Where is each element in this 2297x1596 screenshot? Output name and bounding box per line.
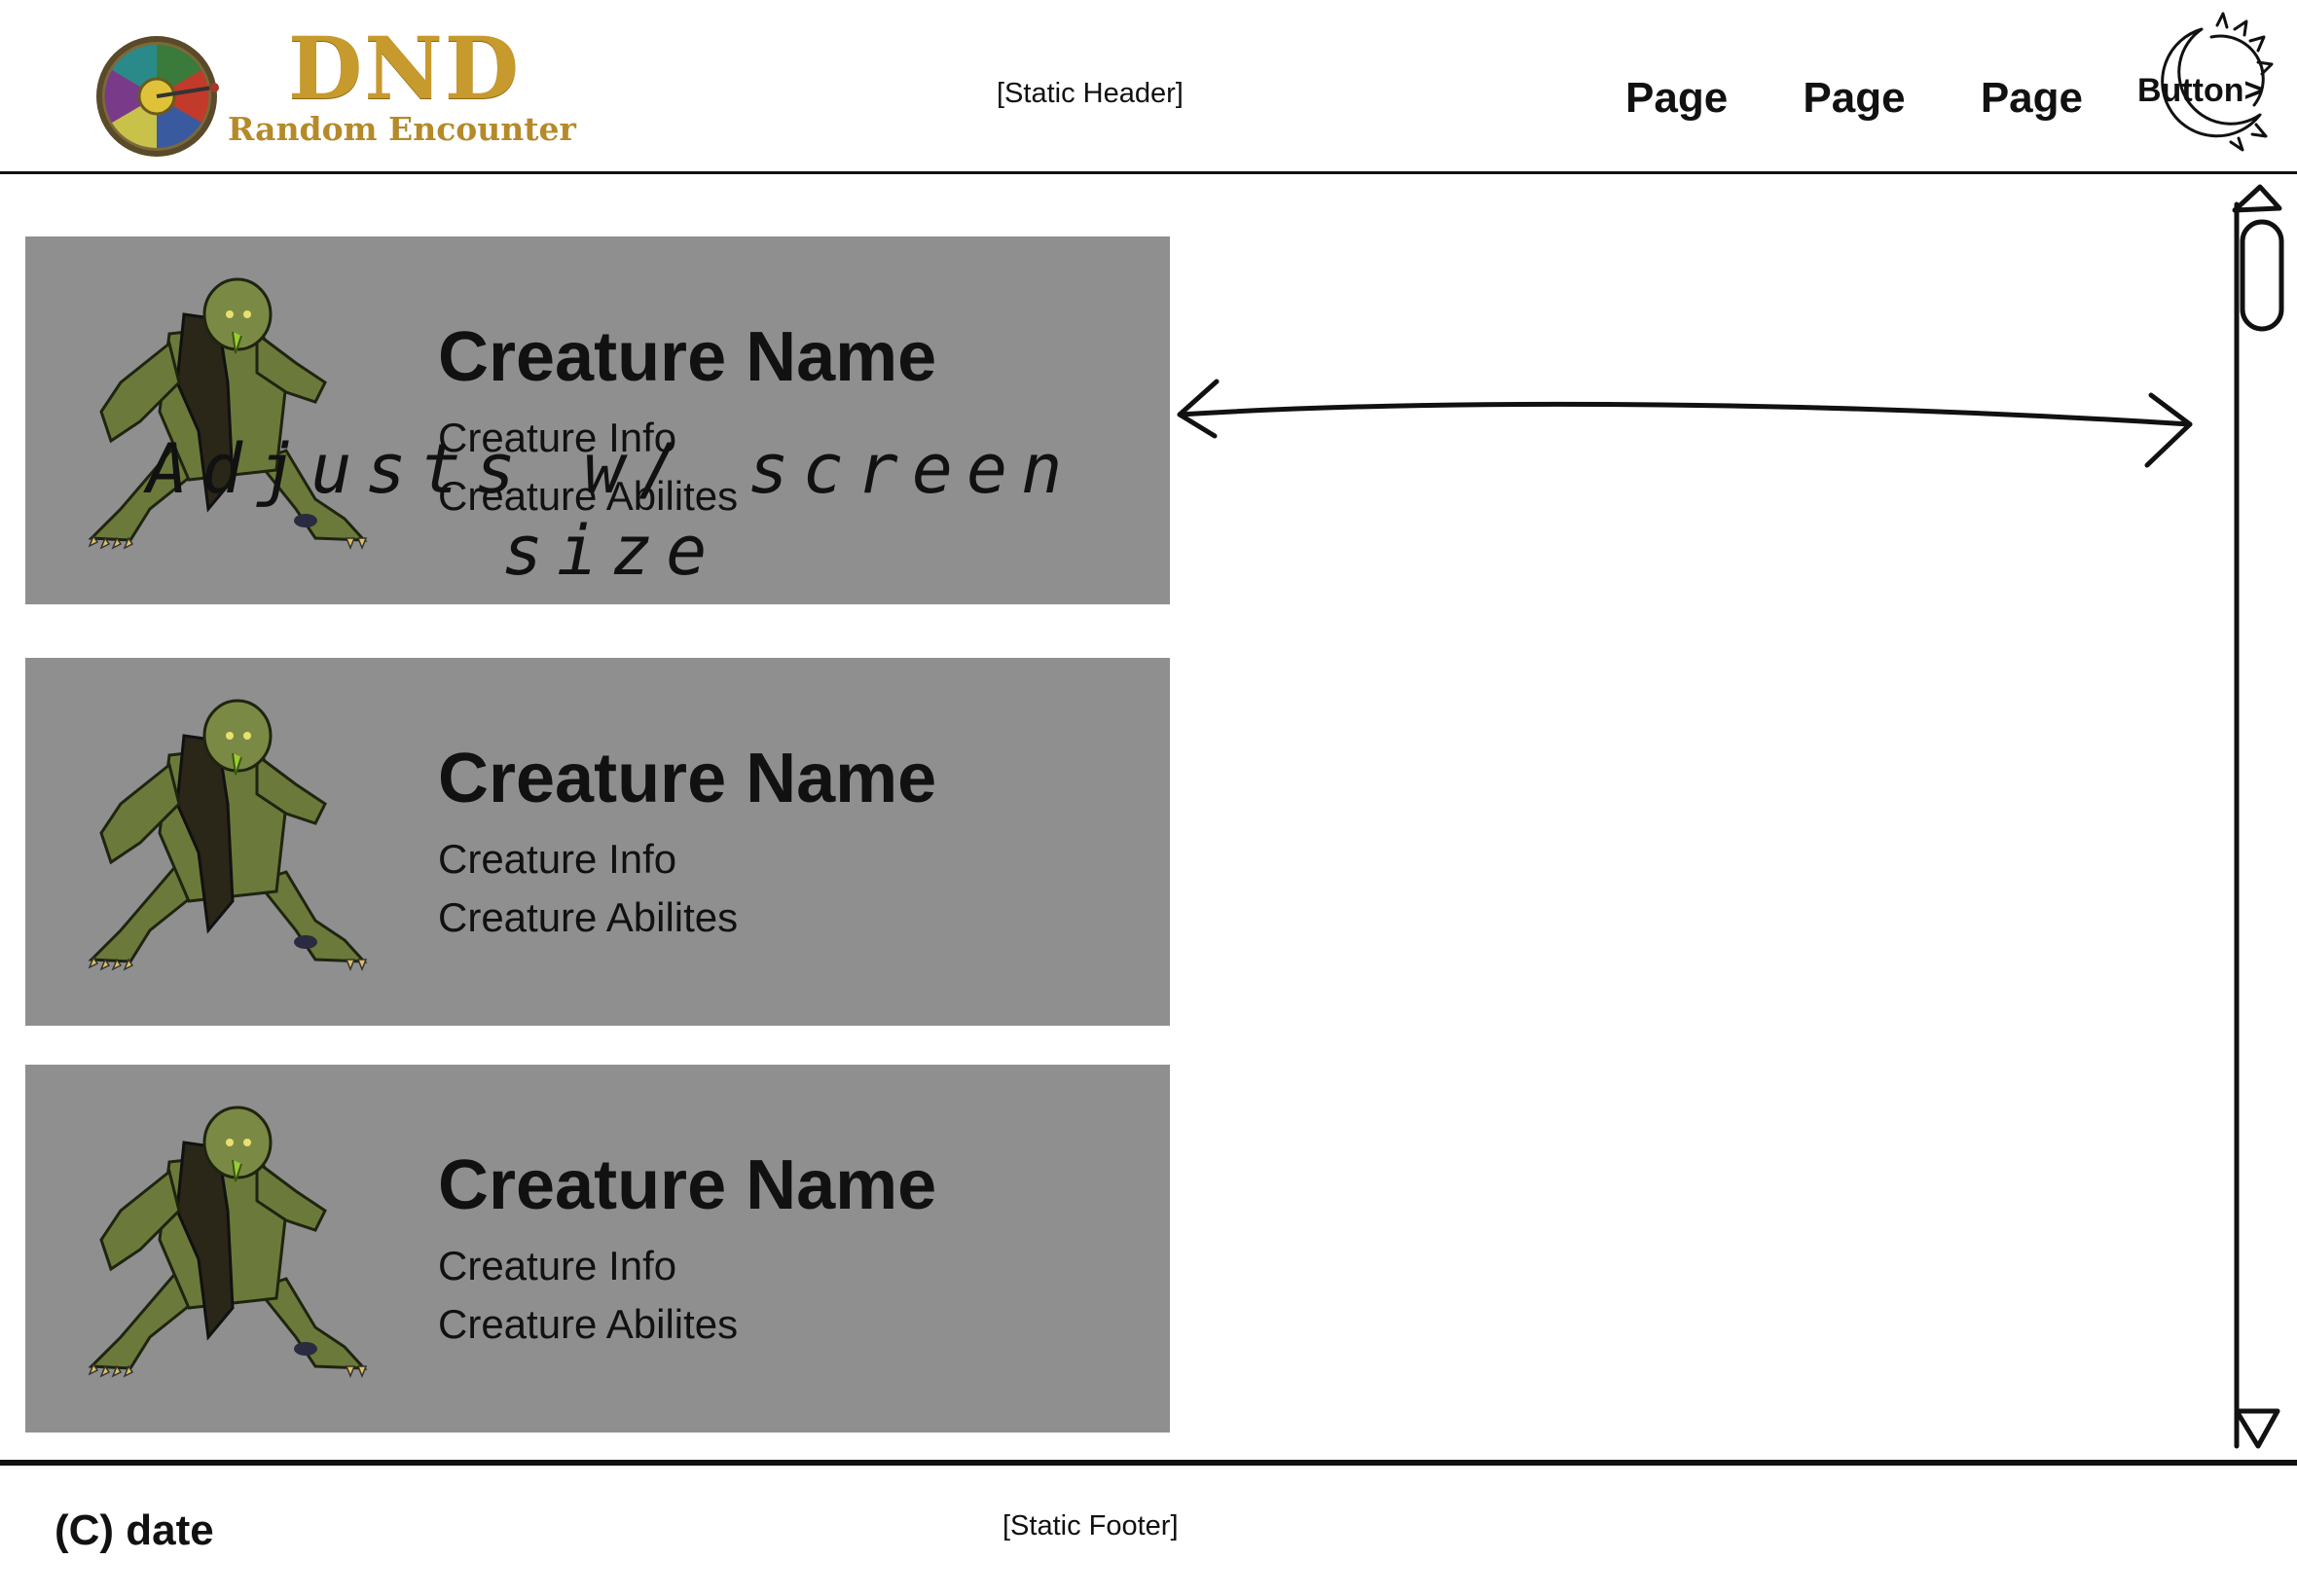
nav-link-page-2[interactable]: Page	[1803, 74, 1905, 123]
scroll-up-arrow-icon	[2232, 184, 2282, 213]
copyright-text: (C) date	[55, 1506, 214, 1554]
scrollbar[interactable]	[2223, 181, 2291, 1456]
nav-link-page-1[interactable]: Page	[1625, 74, 1728, 123]
creature-name: Creature Name	[438, 740, 937, 817]
page: DND Random Encounter [Static Header] Pag…	[0, 0, 2297, 1596]
scrollbar-thumb	[2240, 219, 2284, 332]
creature-name: Creature Name	[438, 1146, 937, 1224]
dice-wheel-icon	[96, 36, 219, 157]
static-header-label: [Static Header]	[997, 78, 1184, 109]
static-footer: (C) date [Static Footer]	[0, 1460, 2297, 1596]
scroll-down-arrow-icon	[2234, 1408, 2280, 1449]
static-header: DND Random Encounter [Static Header] Pag…	[0, 0, 2297, 174]
resize-arrow	[1177, 379, 2193, 468]
nav-menu: Page Page Page	[1625, 74, 2083, 123]
creature-card[interactable]: Creature Name Creature Info Creature Abi…	[25, 1065, 1170, 1433]
creature-card[interactable]: Creature Name Creature Info Creature Abi…	[25, 658, 1170, 1026]
static-footer-label: [Static Footer]	[1003, 1510, 1179, 1542]
creature-name: Creature Name	[438, 318, 937, 396]
annotation-text: Adjusts w/ screen size	[146, 429, 1076, 591]
logo-subtitle: Random Encounter	[228, 110, 576, 148]
creature-abilities: Creature Abilites	[438, 1301, 739, 1347]
creature-image	[88, 1106, 368, 1378]
creature-info: Creature Info	[438, 836, 677, 882]
logo[interactable]: DND Random Encounter	[93, 25, 600, 158]
creature-info: Creature Info	[438, 1243, 677, 1288]
header-button[interactable]: Button>	[2133, 8, 2279, 154]
logo-title: DND	[288, 18, 522, 119]
creature-abilities: Creature Abilites	[438, 894, 739, 940]
nav-link-page-3[interactable]: Page	[1981, 74, 2083, 123]
creature-image	[88, 699, 368, 971]
header-button-label: Button>	[2137, 72, 2264, 109]
